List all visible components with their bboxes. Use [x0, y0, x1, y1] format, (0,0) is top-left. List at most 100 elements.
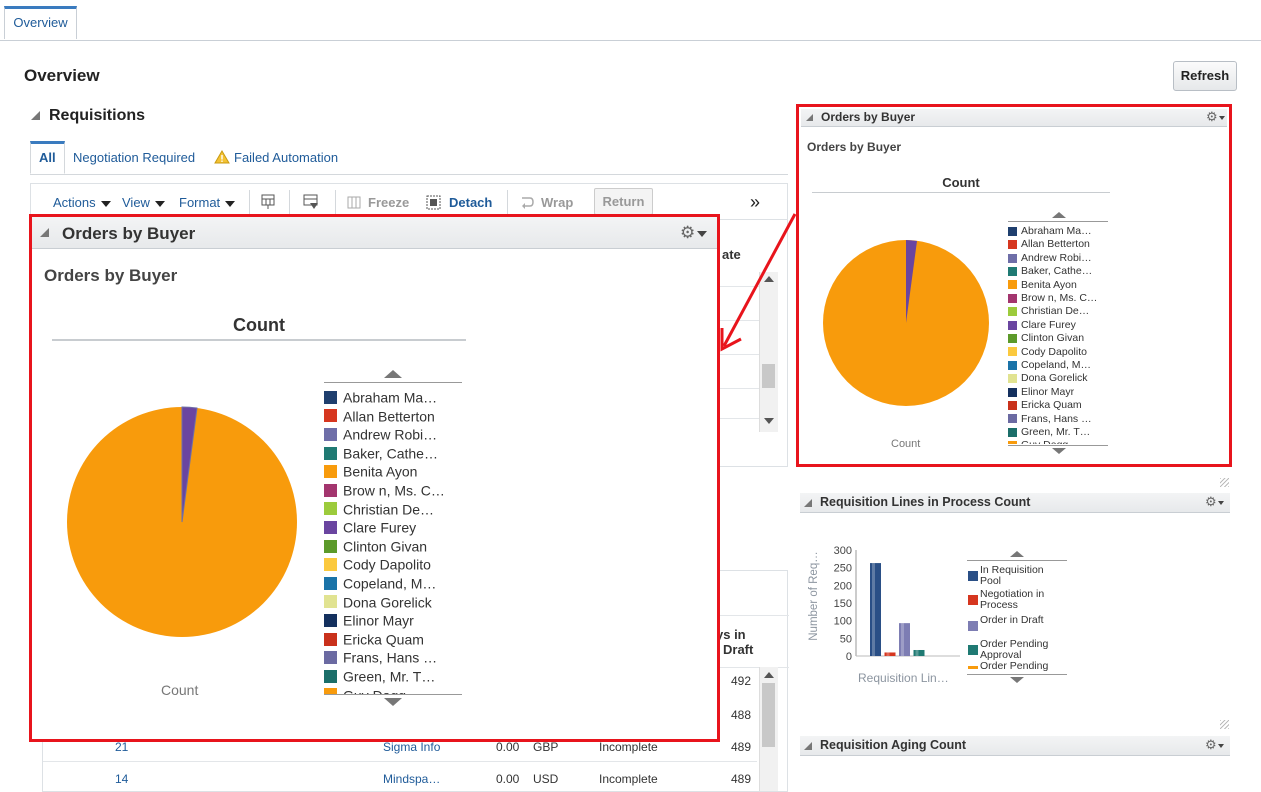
- columns-icon[interactable]: [260, 193, 278, 211]
- buyer-legend-item[interactable]: Benita Ayon: [324, 462, 417, 480]
- supplier-link[interactable]: Mindspa…: [383, 772, 440, 786]
- bar-in-requisition-pool[interactable]: [870, 563, 881, 656]
- tab-all[interactable]: All: [30, 141, 65, 174]
- chevron-down-icon: [1217, 743, 1224, 748]
- buyer-legend-item[interactable]: Frans, Hans …: [324, 648, 438, 666]
- resize-handle-icon[interactable]: [1220, 478, 1229, 487]
- buyer-legend-item[interactable]: Dona Gorelick: [324, 593, 432, 610]
- toolbar-divider: [289, 190, 290, 214]
- buyer-legend-item[interactable]: Clinton Givan: [1008, 332, 1084, 344]
- scroll-thumb[interactable]: [762, 364, 775, 388]
- bar-order-pending-approval[interactable]: [913, 649, 925, 656]
- collapse-triangle-icon[interactable]: [31, 111, 40, 120]
- buyer-legend-item[interactable]: Abraham Ma…: [1008, 225, 1092, 237]
- buyer-legend-item[interactable]: Clare Furey: [1008, 319, 1076, 331]
- supplier-link[interactable]: Sigma Info: [383, 740, 440, 754]
- view-menu[interactable]: View: [122, 195, 165, 210]
- buyer-legend-item[interactable]: Green, Mr. T…: [324, 667, 435, 684]
- chevron-up-icon[interactable]: [1010, 551, 1024, 557]
- return-button[interactable]: Return: [594, 188, 653, 215]
- format-menu[interactable]: Format: [179, 195, 236, 210]
- y-tick-label: 50: [840, 633, 852, 645]
- tab-failed-automation[interactable]: Failed Automation: [214, 141, 338, 174]
- buyer-legend-item[interactable]: Clinton Givan: [324, 537, 427, 554]
- buyer-legend-item[interactable]: Cody Dapolito: [324, 555, 431, 573]
- buyer-legend-item[interactable]: Andrew Robi…: [324, 425, 437, 442]
- req-lines-legend-item[interactable]: Order Pending: [967, 661, 1067, 672]
- buyer-legend-item[interactable]: Baker, Cathe…: [1008, 265, 1092, 277]
- buyer-legend-item[interactable]: Abraham Ma…: [324, 388, 437, 405]
- buyer-legend-item[interactable]: Ericka Quam: [1008, 399, 1082, 411]
- legend-label: Frans, Hans …: [343, 649, 438, 666]
- filter-icon[interactable]: [302, 193, 320, 211]
- buyer-legend-item[interactable]: Copeland, M…: [1008, 359, 1091, 371]
- scroll-up-icon[interactable]: [764, 672, 774, 678]
- pie-chart: [67, 406, 297, 637]
- buyer-legend-item[interactable]: Ericka Quam: [324, 630, 424, 647]
- requisition-number-link[interactable]: 21: [115, 740, 128, 754]
- wrap-button[interactable]: Wrap: [541, 195, 573, 210]
- legend-label: Elinor Mayr: [1021, 386, 1075, 399]
- warning-icon: [214, 150, 230, 164]
- collapse-triangle-icon[interactable]: [40, 228, 49, 237]
- bar-order-in-draft[interactable]: [899, 623, 910, 656]
- buyer-legend-item[interactable]: Brow n, Ms. C…: [1008, 292, 1097, 304]
- buyer-legend-item[interactable]: Copeland, M…: [324, 574, 436, 591]
- chevron-down-icon[interactable]: [384, 698, 402, 706]
- buyer-legend-item[interactable]: Clare Furey: [324, 518, 416, 535]
- gear-icon[interactable]: ⚙: [1206, 109, 1225, 125]
- tab-negotiation-required[interactable]: Negotiation Required: [73, 141, 195, 174]
- legend-swatch: [324, 576, 337, 590]
- buyer-legend-item[interactable]: Allan Betterton: [1008, 238, 1090, 251]
- buyer-legend-item[interactable]: Christian De…: [1008, 305, 1089, 318]
- buyer-legend-item[interactable]: Cody Dapolito: [1008, 346, 1087, 358]
- measure-label: Count: [942, 175, 980, 190]
- vertical-scrollbar[interactable]: [759, 667, 778, 791]
- req-lines-legend-item[interactable]: In Requisition Pool: [967, 565, 1067, 586]
- req-lines-bar-chart: 300 250 200 150 100 50 0: [834, 545, 960, 663]
- legend-swatch: [324, 483, 337, 497]
- buyer-legend-item[interactable]: Dona Gorelick: [1008, 372, 1088, 385]
- chevron-down-icon[interactable]: [1052, 448, 1066, 454]
- actions-menu[interactable]: Actions: [53, 195, 111, 210]
- y-tick-label: 150: [834, 598, 852, 610]
- req-lines-legend-item[interactable]: Negotiation in Process: [967, 589, 1067, 610]
- chart-title: Orders by Buyer: [44, 266, 178, 285]
- gear-icon[interactable]: ⚙: [1205, 737, 1224, 753]
- buyer-legend-item[interactable]: Green, Mr. T…: [1008, 426, 1090, 438]
- buyer-legend-item[interactable]: Allan Betterton: [324, 407, 435, 424]
- buyer-legend-item[interactable]: Elinor Mayr: [1008, 386, 1074, 398]
- legend-swatch: [324, 651, 337, 665]
- buyer-legend-item[interactable]: Baker, Cathe…: [324, 444, 438, 461]
- buyer-legend-item[interactable]: Guy Dagg: [324, 686, 406, 694]
- chevron-up-icon[interactable]: [384, 370, 402, 378]
- scroll-thumb[interactable]: [762, 683, 775, 747]
- req-lines-legend-item[interactable]: Order Pending Approval: [967, 639, 1067, 660]
- legend-swatch: [1008, 253, 1017, 263]
- freeze-button[interactable]: Freeze: [368, 195, 409, 210]
- buyer-legend-item[interactable]: Frans, Hans …: [1008, 413, 1092, 425]
- chevron-down-icon[interactable]: [1010, 677, 1024, 683]
- legend-swatch: [324, 409, 337, 423]
- gear-icon[interactable]: ⚙: [680, 223, 708, 243]
- scroll-down-icon[interactable]: [764, 418, 774, 424]
- collapse-triangle-icon[interactable]: [804, 742, 812, 750]
- buyer-legend-item[interactable]: Brow n, Ms. C…: [324, 481, 445, 498]
- detach-button[interactable]: Detach: [449, 195, 492, 210]
- buyer-legend-item[interactable]: Christian De…: [324, 500, 434, 517]
- buyer-legend-item[interactable]: Elinor Mayr: [324, 611, 414, 628]
- collapse-triangle-icon[interactable]: [804, 499, 812, 507]
- collapse-triangle-icon[interactable]: [806, 114, 813, 121]
- chevron-up-icon[interactable]: [1052, 212, 1066, 218]
- gear-icon[interactable]: ⚙: [1205, 494, 1224, 510]
- requisition-number-link[interactable]: 14: [115, 772, 128, 786]
- refresh-button[interactable]: Refresh: [1173, 61, 1237, 91]
- buyer-legend-item[interactable]: Guy Dagg: [1008, 439, 1068, 444]
- buyer-legend-item[interactable]: Andrew Robi…: [1008, 252, 1092, 264]
- resize-handle-icon[interactable]: [1220, 720, 1229, 729]
- req-lines-legend-item[interactable]: Order in Draft: [967, 615, 1067, 631]
- buyer-legend-item[interactable]: Benita Ayon: [1008, 279, 1077, 291]
- tab-overview[interactable]: Overview: [4, 6, 77, 39]
- bar-negotiation-in-process[interactable]: [884, 652, 896, 656]
- legend-divider: [967, 674, 1067, 675]
